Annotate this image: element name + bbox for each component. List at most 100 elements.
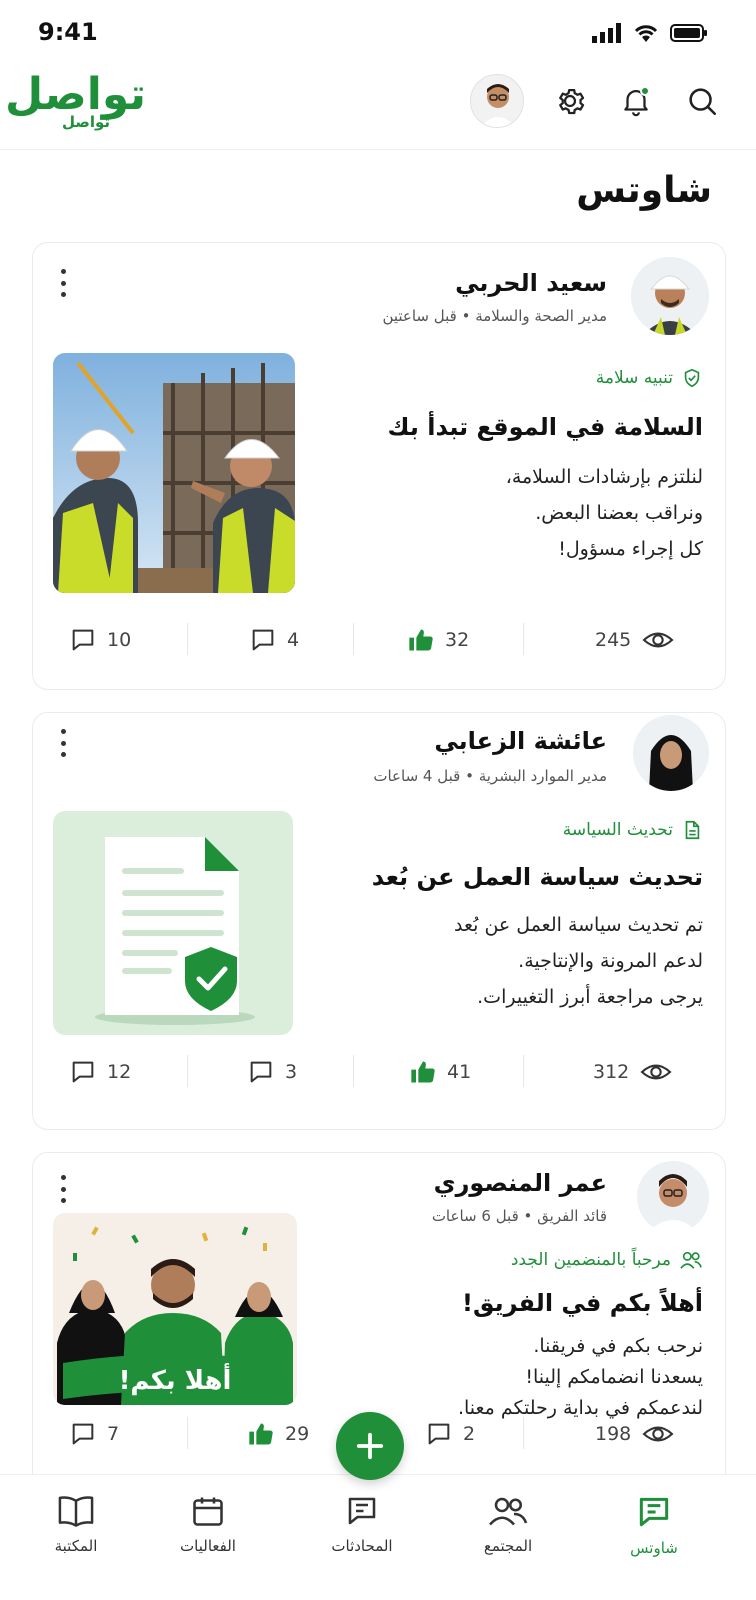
status-time: 9:41 — [38, 18, 98, 46]
nav-item-community[interactable]: المجتمع — [448, 1493, 568, 1555]
author-meta: مدير الصحة والسلامة • قبل ساعتين — [382, 307, 607, 325]
app-header: تواصل تواصل — [0, 64, 756, 150]
avatar-button[interactable] — [470, 74, 524, 128]
comments-stat[interactable]: 10 — [69, 620, 131, 660]
more-options-button[interactable] — [53, 1171, 73, 1207]
likes-count: 41 — [447, 1061, 472, 1083]
views-count: 198 — [595, 1423, 632, 1445]
comment-icon — [72, 629, 94, 651]
comment-icon — [72, 1423, 94, 1445]
more-options-button[interactable] — [53, 725, 73, 761]
thumbs-up-icon — [411, 1061, 435, 1083]
stat-divider — [353, 1055, 354, 1087]
author-avatar[interactable] — [633, 715, 709, 791]
comment-icon — [250, 1061, 272, 1083]
gear-icon — [559, 88, 585, 115]
post-image[interactable]: أهلا بكم! — [53, 1213, 297, 1405]
wifi-icon — [634, 25, 658, 42]
post-image[interactable] — [53, 353, 295, 593]
author-role: قائد الفريق — [537, 1207, 607, 1225]
post-body-line: كل إجراء مسؤول! — [558, 538, 703, 560]
post-tag-label: مرحباً بالمنضمين الجدد — [510, 1250, 671, 1270]
post-tag: تحديث السياسة — [563, 819, 703, 841]
nav-item-chats[interactable]: المحادثات — [302, 1493, 422, 1555]
post-tag-label: تنبيه سلامة — [595, 368, 673, 388]
nav-label: المحادثات — [331, 1537, 393, 1555]
nav-label: المجتمع — [483, 1537, 533, 1555]
comment-icon — [252, 629, 274, 651]
thumbs-up-icon — [409, 629, 433, 651]
eye-icon — [642, 632, 674, 648]
author-name[interactable]: عائشة الزعابي — [434, 727, 607, 755]
logo-main: تواصل — [5, 69, 146, 120]
comments-stat[interactable]: 7 — [69, 1414, 119, 1454]
nav-label: الفعاليات — [180, 1537, 236, 1555]
post-body-line: لدعم المرونة والإنتاجية. — [518, 950, 703, 972]
likes-stat[interactable]: 41 — [409, 1052, 471, 1092]
nav-label: المكتبة — [54, 1537, 98, 1555]
nav-item-events[interactable]: الفعاليات — [148, 1493, 268, 1555]
author-meta: قائد الفريق • قبل 6 ساعات — [432, 1207, 607, 1225]
plus-icon — [356, 1432, 384, 1460]
author-meta: مدير الموارد البشرية • قبل 4 ساعات — [373, 767, 607, 785]
search-button[interactable] — [682, 81, 722, 121]
app-logo[interactable]: تواصل تواصل — [5, 69, 146, 131]
author-avatar[interactable] — [637, 1161, 709, 1233]
replies-stat[interactable]: 4 — [249, 620, 299, 660]
stat-divider — [187, 1055, 188, 1087]
post-card[interactable]: عائشة الزعابي مدير الموارد البشرية • قبل… — [32, 712, 726, 1130]
stat-divider — [523, 623, 524, 655]
meta-separator: • — [460, 767, 474, 785]
post-body-line: يرجى مراجعة أبرز التغييرات. — [477, 986, 703, 1008]
page-title: شاوتس — [576, 170, 712, 211]
stat-divider — [523, 1417, 524, 1449]
stat-divider — [187, 623, 188, 655]
post-tag: مرحباً بالمنضمين الجدد — [511, 1249, 703, 1271]
likes-count: 29 — [285, 1423, 310, 1445]
status-icons — [592, 22, 708, 44]
stat-divider — [353, 623, 354, 655]
comments-count: 12 — [107, 1061, 132, 1083]
post-time: قبل 4 ساعات — [373, 767, 461, 785]
banner-text: أهلا بكم! — [119, 1363, 232, 1396]
create-post-button[interactable] — [336, 1412, 404, 1480]
post-body-line: ونراقب بعضنا البعض. — [535, 502, 703, 524]
replies-stat[interactable]: 3 — [247, 1052, 297, 1092]
author-avatar[interactable] — [631, 257, 709, 335]
post-title[interactable]: تحديث سياسة العمل عن بُعد — [372, 863, 703, 891]
avatar — [470, 74, 524, 128]
more-options-button[interactable] — [53, 265, 73, 301]
likes-stat[interactable]: 29 — [247, 1414, 309, 1454]
signal-icon — [592, 23, 621, 43]
eye-icon — [642, 1426, 674, 1442]
comment-icon — [72, 1061, 94, 1083]
author-name[interactable]: عمر المنصوري — [434, 1169, 607, 1197]
chat-icon — [348, 1497, 376, 1525]
bottom-nav: المكتبة الفعاليات المحادثات المجتمع شاوت… — [0, 1474, 756, 1600]
nav-label: شاوتس — [630, 1539, 678, 1557]
stat-divider — [187, 1417, 188, 1449]
shorts-icon — [639, 1497, 669, 1527]
replies-stat[interactable]: 2 — [425, 1414, 475, 1454]
book-icon — [58, 1496, 94, 1527]
post-title[interactable]: أهلاً بكم في الفريق! — [462, 1289, 703, 1317]
nav-item-shorts[interactable]: شاوتس — [594, 1493, 714, 1557]
comments-stat[interactable]: 12 — [69, 1052, 131, 1092]
post-card[interactable]: سعيد الحربي مدير الصحة والسلامة • قبل سا… — [32, 242, 726, 690]
settings-button[interactable] — [550, 81, 590, 121]
comment-icon — [428, 1423, 450, 1445]
meta-separator: • — [518, 1207, 533, 1225]
views-stat: 312 — [593, 1052, 673, 1092]
post-title[interactable]: السلامة في الموقع تبدأ بك — [388, 413, 703, 441]
author-name[interactable]: سعيد الحربي — [455, 269, 607, 297]
likes-count: 32 — [445, 629, 470, 651]
eye-icon — [640, 1064, 672, 1080]
battery-icon — [670, 24, 707, 42]
notifications-button[interactable] — [616, 81, 656, 121]
post-image[interactable] — [53, 811, 293, 1035]
nav-item-library[interactable]: المكتبة — [16, 1493, 136, 1555]
search-icon — [689, 88, 717, 116]
views-stat: 245 — [595, 620, 675, 660]
likes-stat[interactable]: 32 — [407, 620, 469, 660]
people-icon — [489, 1497, 528, 1526]
